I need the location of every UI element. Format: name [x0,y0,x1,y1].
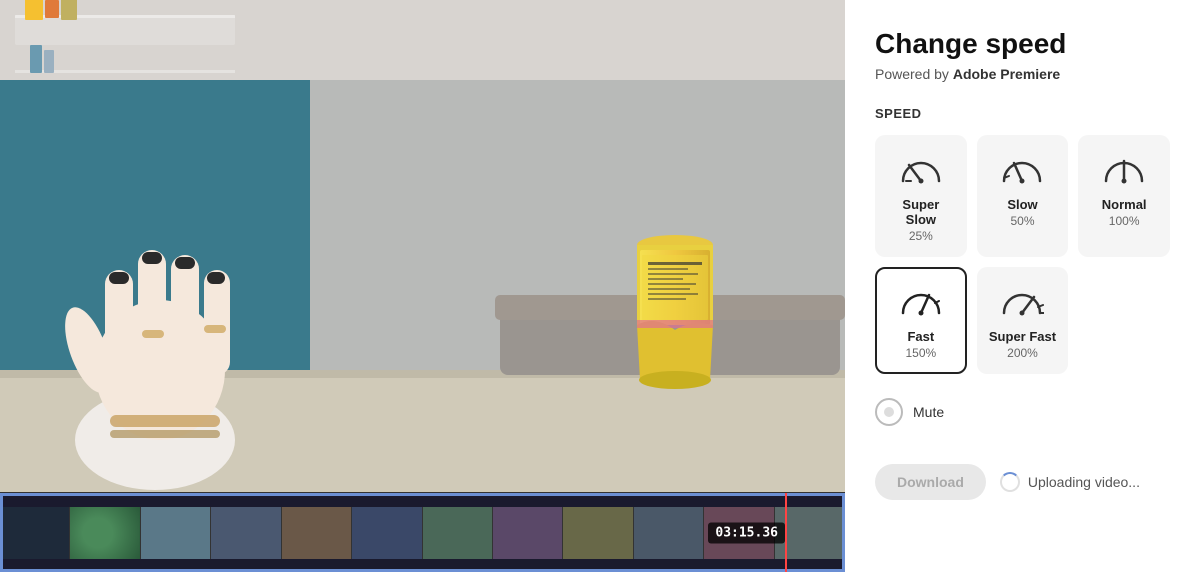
speed-card-slow[interactable]: Slow 50% [977,135,1069,257]
speed-card-super-fast[interactable]: Super Fast 200% [977,267,1069,374]
timeline[interactable]: 03:15.36 [0,492,845,572]
speed-card-slow-pct: 50% [989,214,1057,228]
speed-grid-placeholder [1078,267,1170,374]
right-panel: Change speed Powered by Adobe Premiere S… [845,0,1200,572]
slow-icon [1000,151,1044,189]
subtitle-prefix: Powered by [875,66,953,82]
timeline-thumb [0,507,70,559]
timeline-thumb [141,507,211,559]
subtitle-brand: Adobe Premiere [953,66,1060,82]
normal-icon [1102,151,1146,189]
download-button[interactable]: Download [875,464,986,500]
speed-card-super-slow-pct: 25% [887,229,955,243]
super-slow-icon [899,151,943,189]
speed-card-fast-pct: 150% [887,346,955,360]
video-preview [0,0,845,492]
timeline-thumb [211,507,281,559]
mute-label: Mute [913,404,944,420]
speed-card-super-slow[interactable]: Super Slow 25% [875,135,967,257]
speed-card-super-fast-name: Super Fast [989,329,1057,344]
panel-title: Change speed [875,28,1170,60]
speed-card-normal-name: Normal [1090,197,1158,212]
video-panel: 03:15.36 [0,0,845,572]
upload-status: Uploading video... [1000,472,1140,492]
timeline-thumb [563,507,633,559]
timeline-playhead [785,493,787,572]
timeline-thumb [493,507,563,559]
upload-status-text: Uploading video... [1028,474,1140,490]
timeline-thumb [352,507,422,559]
speed-section-label: Speed [875,106,1170,121]
bottom-bar: Download Uploading video... [875,454,1170,500]
super-fast-icon [1000,283,1044,321]
speed-card-normal-pct: 100% [1090,214,1158,228]
speed-card-normal[interactable]: Normal 100% [1078,135,1170,257]
speed-card-slow-name: Slow [989,197,1057,212]
fast-icon [899,283,943,321]
speed-card-fast-name: Fast [887,329,955,344]
mute-toggle-indicator [884,407,894,417]
upload-spinner [1000,472,1020,492]
speed-card-fast[interactable]: Fast 150% [875,267,967,374]
timeline-thumb [634,507,704,559]
speed-grid-bottom: Fast 150% Super Fast 200% [875,267,1170,374]
timeline-timecode: 03:15.36 [708,522,785,543]
mute-row: Mute [875,398,1170,426]
speed-card-super-slow-name: Super Slow [887,197,955,227]
speed-card-super-fast-pct: 200% [989,346,1057,360]
timeline-thumb [70,507,140,559]
timeline-thumb [423,507,493,559]
panel-subtitle: Powered by Adobe Premiere [875,66,1170,82]
mute-toggle[interactable] [875,398,903,426]
timeline-thumb [282,507,352,559]
speed-grid-top: Super Slow 25% Slow 50% Normal 100% [875,135,1170,257]
